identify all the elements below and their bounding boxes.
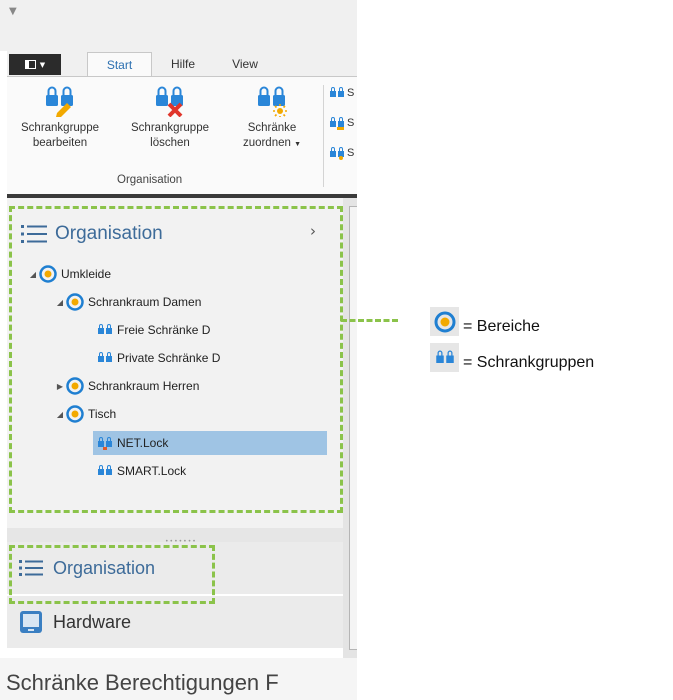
edit-lockergroup-button[interactable]: Schrankgruppe bearbeiten [7, 83, 113, 151]
ribbon-small-button[interactable]: S [329, 85, 354, 101]
assign-lockers-label-1: Schränke [247, 122, 297, 134]
assign-lockers-label-2: zuordnen ▼ [242, 137, 302, 149]
quick-access-toolbar: ▼︎ [0, 0, 357, 51]
delete-lockergroup-button[interactable]: Schrankgruppe löschen [117, 83, 223, 151]
tree-highlight-box [9, 206, 343, 513]
tablet-icon [20, 611, 42, 633]
connector-line [341, 319, 398, 322]
nav-item-label: Hardware [53, 611, 132, 632]
chevron-down-icon: ▼ [39, 60, 46, 69]
app-menu-icon [24, 60, 36, 69]
quick-access-dropdown-icon[interactable]: ▼︎ [9, 6, 17, 17]
ribbon-group-separator [323, 85, 324, 187]
legend-bereiche: = Bereiche [430, 307, 540, 336]
main-content-edge [343, 198, 357, 658]
nav-highlight-box [9, 545, 215, 604]
delete-lockergroup-label-2: löschen [150, 137, 190, 149]
dropdown-arrow-icon: ▼ [294, 141, 302, 148]
ribbon-panel: Schrankgruppe bearbeiten Schrankgruppe l… [7, 76, 357, 195]
ribbon-small-button[interactable]: S [329, 145, 354, 161]
lockergroup-icon [330, 147, 344, 160]
ribbon-small-label: S [347, 117, 355, 129]
edit-lockergroup-icon [46, 86, 73, 117]
assign-lockers-icon [258, 86, 287, 117]
delete-lockergroup-label-1: Schrankgruppe [131, 122, 209, 134]
legend-label: = Bereiche [463, 318, 540, 335]
legend-schrankgruppen: = Schrankgruppen [430, 343, 594, 372]
lockergroup-icon [330, 117, 344, 130]
ribbon-group-label: Organisation [117, 174, 183, 186]
lockergroup-icon [330, 87, 344, 97]
legend-label: = Schrankgruppen [463, 354, 595, 371]
app-menu-button[interactable]: ▼ [9, 54, 61, 75]
edit-lockergroup-label-2: bearbeiten [32, 137, 88, 149]
ribbon-small-label: S [347, 147, 355, 159]
ribbon-small-button[interactable]: S [329, 115, 354, 131]
bereich-icon [430, 307, 459, 336]
tab-start[interactable]: Start [87, 52, 152, 77]
tab-hilfe[interactable]: Hilfe [160, 52, 206, 76]
ribbon-small-label: S [347, 87, 355, 99]
bottom-tabs-text[interactable]: Schränke Berechtigungen F [6, 670, 279, 696]
assign-lockers-button[interactable]: Schränke zuordnen ▼ [227, 83, 317, 152]
tab-view[interactable]: View [222, 52, 268, 76]
delete-lockergroup-icon [156, 86, 183, 117]
schrankgruppe-icon [430, 343, 459, 372]
edit-lockergroup-label-1: Schrankgruppe [21, 122, 99, 134]
